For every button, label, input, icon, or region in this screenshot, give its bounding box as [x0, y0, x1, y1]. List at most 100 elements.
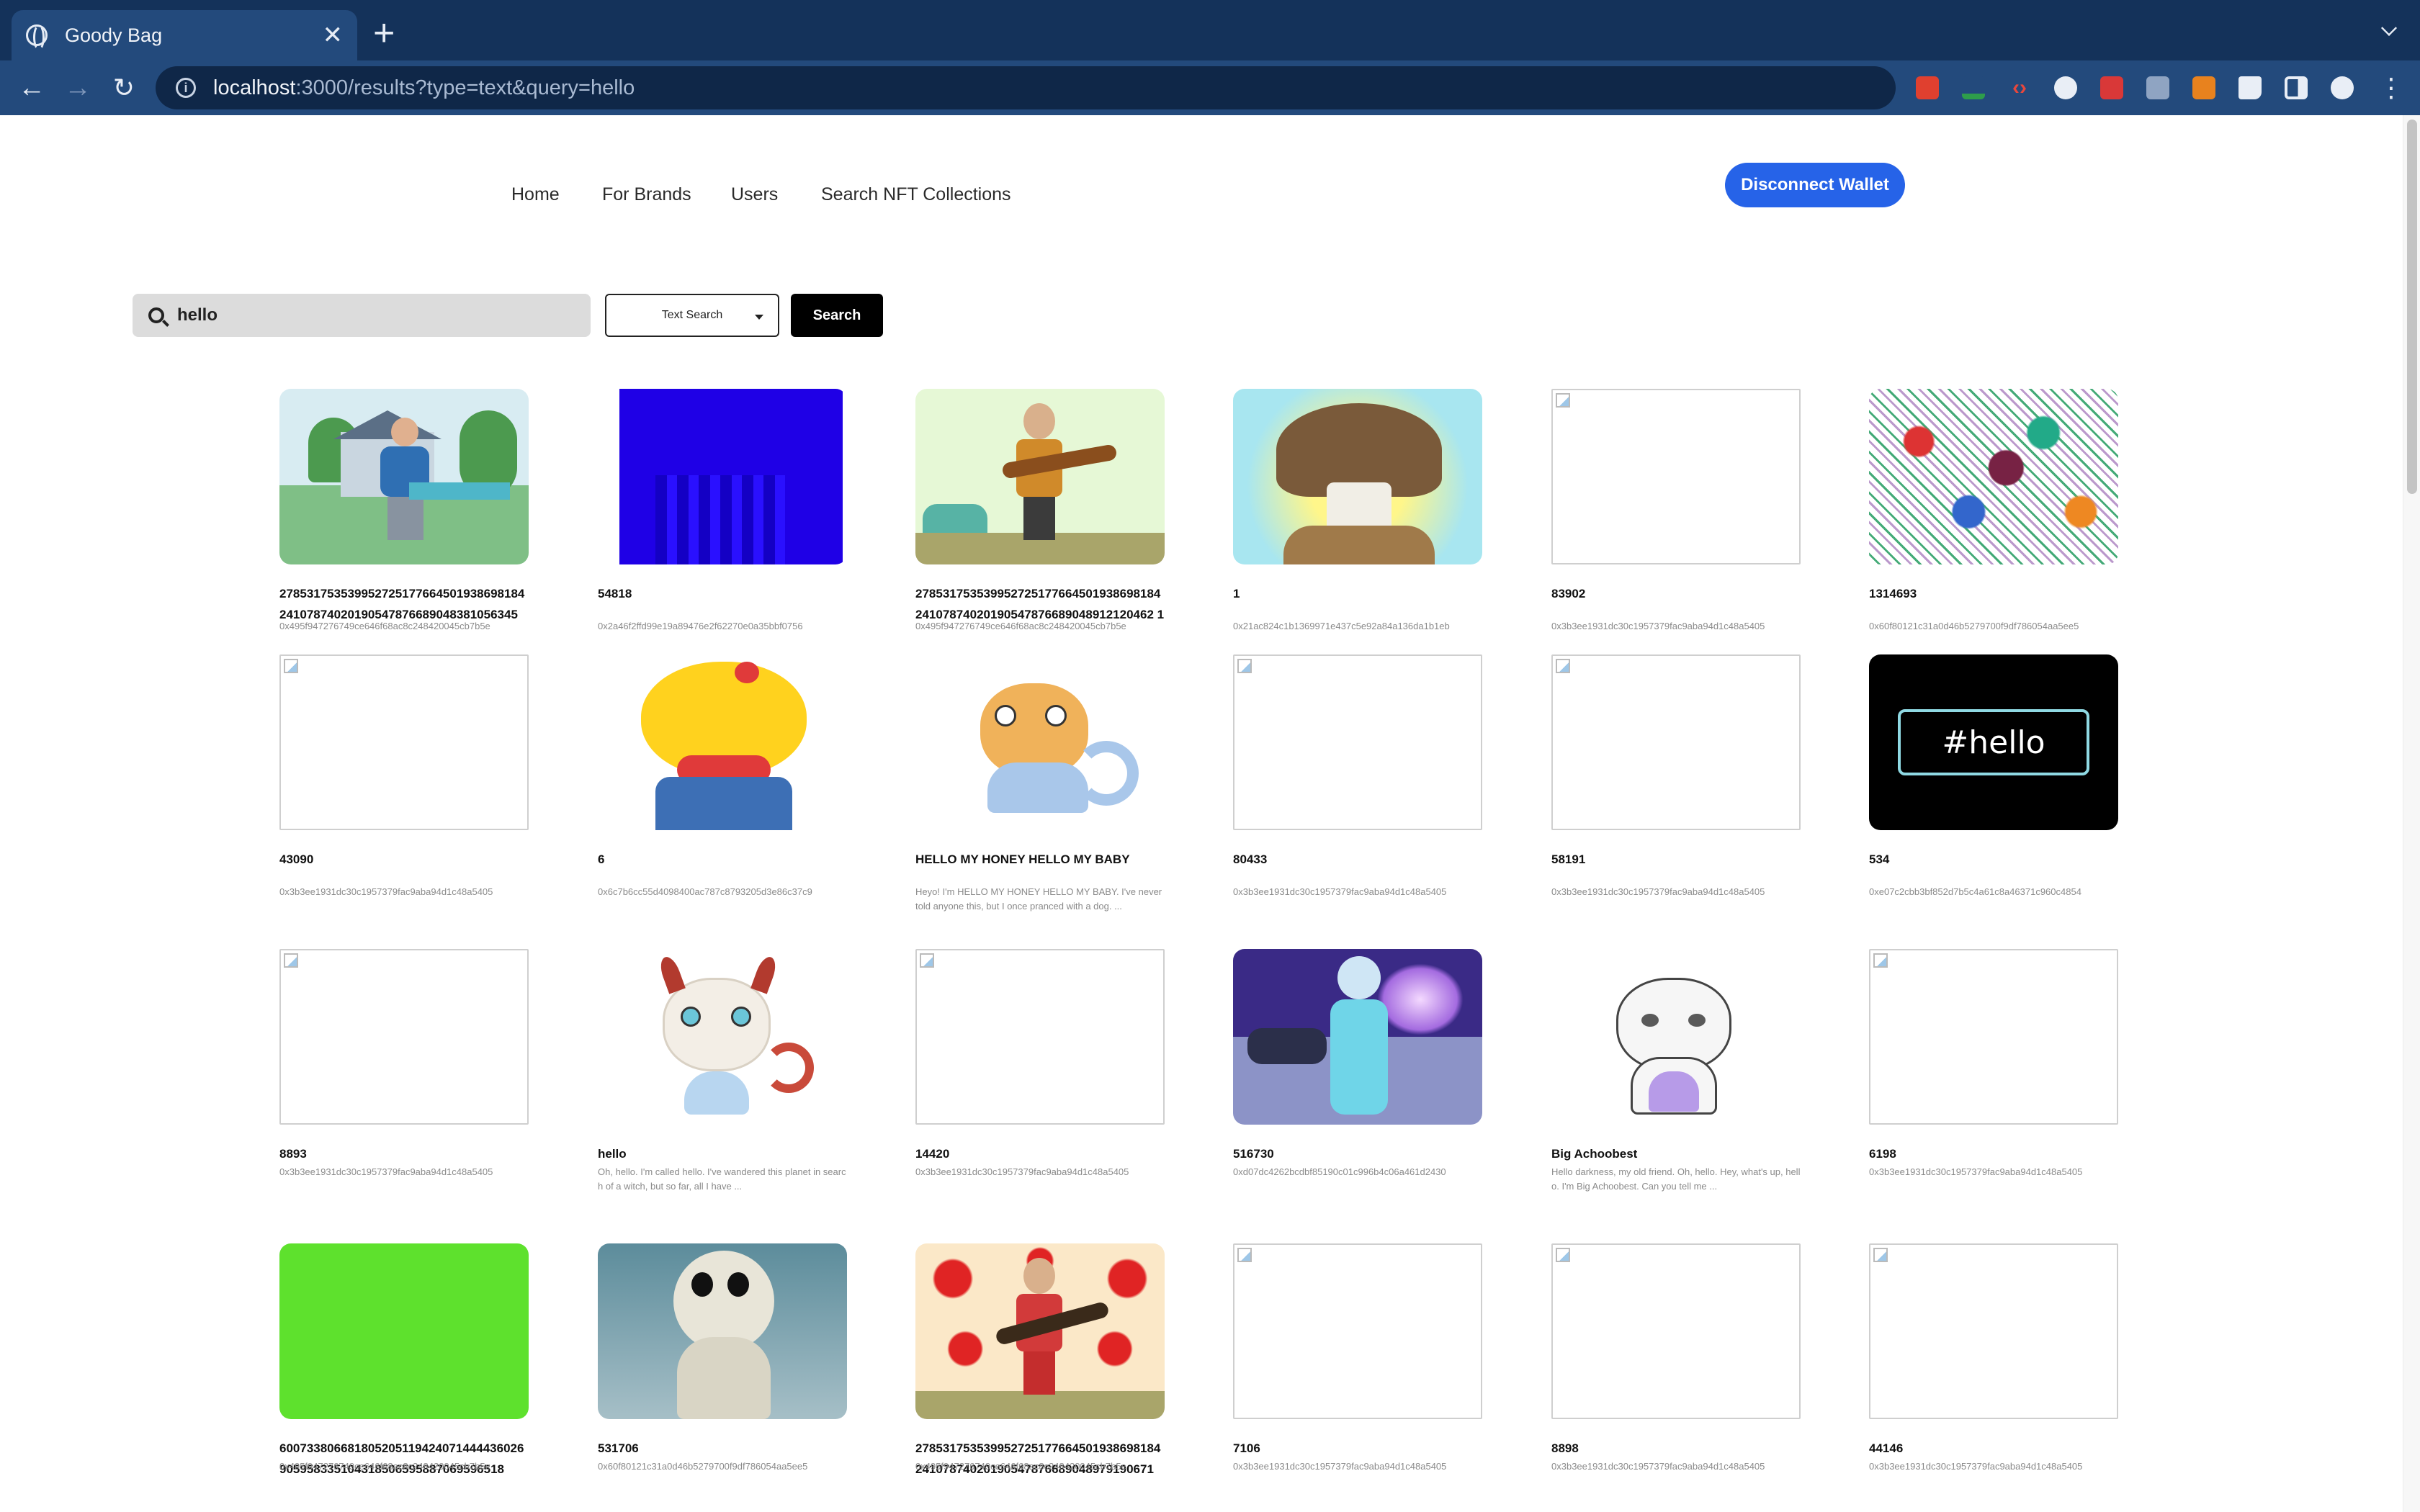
extension-icon[interactable]	[2146, 76, 2169, 99]
site-nav: Home For Brands Users Search NFT Collect…	[0, 173, 2403, 216]
search-type-select[interactable]: Text Search	[605, 294, 779, 337]
result-subtitle: 0x3b3ee1931dc30c1957379fac9aba94d1c48a54…	[1233, 1461, 1447, 1472]
nav-for-brands[interactable]: For Brands	[602, 173, 691, 216]
result-card[interactable]: 531706 0x60f80121c31a0d46b5279700f9df7860…	[598, 1243, 847, 1472]
side-panel-icon[interactable]	[2285, 76, 2308, 99]
broken-image-icon[interactable]	[1551, 1243, 1801, 1419]
broken-image-icon[interactable]	[1869, 1243, 2118, 1419]
metamask-icon[interactable]	[2192, 76, 2215, 99]
nft-thumbnail[interactable]	[1233, 949, 1482, 1125]
nft-thumbnail[interactable]	[1869, 389, 2118, 564]
result-card[interactable]: 2785317535399527251776645019386981842410…	[915, 389, 1165, 631]
result-name: hello	[598, 1147, 627, 1161]
tab-title: Goody Bag	[65, 24, 163, 46]
close-icon[interactable]: ✕	[323, 21, 344, 50]
result-subtitle: Oh, hello. I'm called hello. I've wander…	[598, 1166, 846, 1192]
result-subtitle: Heyo! I'm HELLO MY HONEY HELLO MY BABY. …	[915, 886, 1162, 912]
nav-search-nft-collections[interactable]: Search NFT Collections	[821, 173, 1011, 216]
disconnect-wallet-button[interactable]: Disconnect Wallet	[1725, 163, 1905, 207]
broken-image-icon[interactable]	[1551, 389, 1801, 564]
search-button[interactable]: Search	[791, 294, 883, 337]
address-bar[interactable]: i localhost:3000/results?type=text&query…	[156, 66, 1896, 109]
result-card[interactable]: 1314693 0x60f80121c31a0d46b5279700f9df786…	[1869, 389, 2118, 631]
new-tab-button[interactable]: +	[373, 14, 395, 52]
scrollbar-thumb[interactable]	[2407, 120, 2417, 494]
extension-icon[interactable]	[1962, 76, 1985, 99]
nft-thumbnail[interactable]	[279, 389, 529, 564]
page-scrollbar[interactable]	[2403, 115, 2420, 1512]
code-extension-icon[interactable]: ‹›	[2008, 76, 2031, 99]
nft-thumbnail[interactable]: #hello	[1869, 654, 2118, 830]
browser-tab-strip: Goody Bag ✕ +	[0, 0, 2420, 60]
broken-image-icon[interactable]	[915, 949, 1165, 1125]
result-name: 44146	[1869, 1441, 1904, 1455]
result-card[interactable]: 516730 0xd07dc4262bcdbf85190c01c996b4c06a…	[1233, 949, 1482, 1177]
result-card[interactable]: 14420 0x3b3ee1931dc30c1957379fac9aba94d1c…	[915, 949, 1165, 1177]
search-input[interactable]: hello	[133, 294, 591, 337]
result-card[interactable]: 8893 0x3b3ee1931dc30c1957379fac9aba94d1c4…	[279, 949, 529, 1177]
globe-icon	[26, 24, 48, 50]
nft-thumbnail[interactable]	[598, 949, 847, 1125]
result-card[interactable]: 7106 0x3b3ee1931dc30c1957379fac9aba94d1c4…	[1233, 1243, 1482, 1472]
broken-image-icon[interactable]	[1869, 949, 2118, 1125]
extension-icon[interactable]	[2054, 76, 2077, 99]
result-card[interactable]: 6007338066818052051194240714444360269059…	[279, 1243, 529, 1476]
nav-home[interactable]: Home	[511, 173, 560, 216]
nav-users[interactable]: Users	[731, 173, 778, 216]
extension-icon[interactable]	[1916, 76, 1939, 99]
result-name: 534	[1869, 852, 1890, 866]
broken-image-icon[interactable]	[279, 949, 529, 1125]
result-card[interactable]: Big Achoobest Hello darkness, my old frie…	[1551, 949, 1801, 1192]
search-query[interactable]: hello	[177, 305, 218, 325]
result-card[interactable]: 8898 0x3b3ee1931dc30c1957379fac9aba94d1c4…	[1551, 1243, 1801, 1472]
nft-thumbnail[interactable]	[598, 389, 847, 564]
nft-thumbnail[interactable]	[915, 654, 1165, 830]
result-name: 516730	[1233, 1147, 1274, 1161]
result-card[interactable]: 6 0x6c7b6cc55d4098400ac787c8793205d3e86c3…	[598, 654, 847, 897]
result-card[interactable]: 2785317535399527251776645019386981842410…	[279, 389, 529, 631]
result-card[interactable]: 54818 0x2a46f2ffd99e19a89476e2f62270e0a35…	[598, 389, 847, 631]
site-info-icon[interactable]: i	[176, 78, 196, 98]
broken-image-icon[interactable]	[1233, 654, 1482, 830]
result-card[interactable]: #hello 534 0xe07c2cbb3bf852d7b5c4a61c8a463…	[1869, 654, 2118, 897]
forward-button[interactable]: →	[60, 71, 95, 105]
nft-thumbnail[interactable]	[279, 1243, 529, 1419]
result-name: 14420	[915, 1147, 950, 1161]
nft-thumbnail[interactable]	[598, 654, 847, 830]
nft-thumbnail[interactable]	[1551, 949, 1801, 1125]
result-subtitle: 0x3b3ee1931dc30c1957379fac9aba94d1c48a54…	[279, 886, 493, 897]
result-card[interactable]: 44146 0x3b3ee1931dc30c1957379fac9aba94d1c…	[1869, 1243, 2118, 1472]
result-subtitle: 0xd07dc4262bcdbf85190c01c996b4c06a461d24…	[1233, 1166, 1446, 1177]
result-name: 1314693	[1869, 587, 1917, 600]
result-name: HELLO MY HONEY HELLO MY BABY	[915, 852, 1130, 866]
result-card[interactable]: 83902 0x3b3ee1931dc30c1957379fac9aba94d1c…	[1551, 389, 1801, 631]
browser-toolbar: ← → ↻ i localhost:3000/results?type=text…	[0, 60, 2420, 115]
result-card[interactable]: 80433 0x3b3ee1931dc30c1957379fac9aba94d1c…	[1233, 654, 1482, 897]
result-name: 6198	[1869, 1147, 1896, 1161]
result-subtitle: 0x21ac824c1b1369971e437c5e92a84a136da1b1…	[1233, 621, 1450, 631]
result-card[interactable]: 43090 0x3b3ee1931dc30c1957379fac9aba94d1c…	[279, 654, 529, 897]
broken-image-icon[interactable]	[1233, 1243, 1482, 1419]
result-card[interactable]: 58191 0x3b3ee1931dc30c1957379fac9aba94d1c…	[1551, 654, 1801, 897]
result-card[interactable]: 2785317535399527251776645019386981842410…	[915, 1243, 1165, 1476]
result-card[interactable]: 1 0x21ac824c1b1369971e437c5e92a84a136da1b…	[1233, 389, 1482, 631]
chevron-down-icon[interactable]	[2380, 19, 2398, 37]
extension-icon[interactable]	[2100, 76, 2123, 99]
result-subtitle: 0x6c7b6cc55d4098400ac787c8793205d3e86c37…	[598, 886, 812, 897]
back-button[interactable]: ←	[14, 71, 49, 105]
result-name: 54818	[598, 587, 632, 600]
reload-button[interactable]: ↻	[107, 71, 141, 105]
profile-icon[interactable]	[2331, 76, 2354, 99]
nft-thumbnail[interactable]	[915, 1243, 1165, 1419]
puzzle-icon[interactable]	[2238, 76, 2262, 99]
broken-image-icon[interactable]	[1551, 654, 1801, 830]
kebab-menu-icon[interactable]: ⋮	[2378, 73, 2404, 102]
nft-thumbnail[interactable]	[915, 389, 1165, 564]
result-card[interactable]: hello Oh, hello. I'm called hello. I've w…	[598, 949, 847, 1192]
broken-image-icon[interactable]	[279, 654, 529, 830]
nft-thumbnail[interactable]	[1233, 389, 1482, 564]
result-card[interactable]: 6198 0x3b3ee1931dc30c1957379fac9aba94d1c4…	[1869, 949, 2118, 1177]
result-card[interactable]: HELLO MY HONEY HELLO MY BABY Heyo! I'm HE…	[915, 654, 1165, 912]
browser-tab[interactable]: Goody Bag ✕	[12, 10, 357, 60]
nft-thumbnail[interactable]	[598, 1243, 847, 1419]
